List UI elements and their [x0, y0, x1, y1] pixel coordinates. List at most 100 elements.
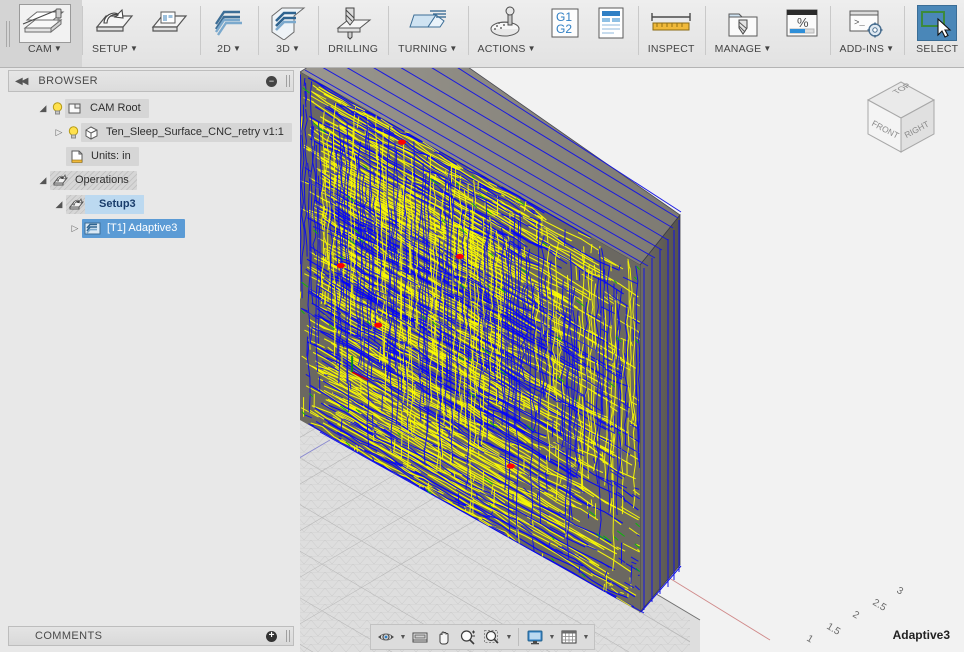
g-code-icon: G1 G2	[548, 4, 582, 42]
tree-item-body[interactable]: Operations	[50, 171, 137, 190]
browser-panel: ◀◀ BROWSER − ◢ CAM Root ▷	[0, 68, 300, 622]
tree-label: Units: in	[91, 150, 131, 162]
tree-item-body[interactable]: Units: in	[66, 147, 139, 166]
expander-closed-icon[interactable]: ▷	[52, 127, 66, 138]
units-document-icon	[68, 149, 85, 164]
toolbar-group-manage: MANAGE▼ %	[705, 0, 830, 67]
tree-label: CAM Root	[90, 102, 141, 114]
tree-item-body[interactable]: CAM Root	[65, 99, 149, 118]
simulate-button[interactable]: ACTIONS▼	[472, 0, 542, 67]
toolpath-2d-label: 2D▼	[217, 43, 241, 55]
comments-panel[interactable]: COMMENTS +	[8, 626, 294, 646]
toolpath-2d-button[interactable]: 2D▼	[204, 0, 254, 67]
setup-folder-button[interactable]	[144, 0, 196, 67]
drilling-label: DRILLING	[328, 43, 378, 55]
tree-node-cam-root[interactable]: ◢ CAM Root	[0, 96, 300, 120]
main-toolbar: CAM▼ SETUP▼	[0, 0, 964, 68]
cam-root-icon	[67, 101, 84, 116]
grid-dropdown-caret[interactable]: ▼	[581, 634, 591, 641]
display-settings-icon[interactable]	[523, 626, 547, 648]
drilling-button[interactable]: DRILLING	[322, 0, 384, 67]
tree-node-operations[interactable]: ◢ Operations	[0, 168, 300, 192]
cam-workspace-label: CAM▼	[28, 43, 62, 55]
g-code-button[interactable]: G1 G2	[542, 0, 588, 67]
tool-library-icon	[725, 4, 761, 42]
grid-snaps-icon[interactable]	[557, 626, 581, 648]
tree-node-adaptive3[interactable]: ▷ [T1] Adaptive3	[0, 216, 300, 240]
toolbar-group-cam: CAM▼	[0, 0, 82, 67]
tree-label: Setup3	[99, 198, 136, 210]
orbit-dropdown-caret[interactable]: ▼	[398, 634, 408, 641]
tree-item-body[interactable]: Setup3	[66, 195, 144, 214]
toolbar-group-addins: >_ ADD-INS▼	[830, 0, 905, 67]
toolbar-group-2d: 2D▼	[200, 0, 258, 67]
tree-item-body[interactable]: [T1] Adaptive3	[82, 219, 185, 238]
turning-button[interactable]: TURNING▼	[392, 0, 463, 67]
fit-window-icon[interactable]	[480, 626, 504, 648]
double-left-arrow-icon[interactable]: ◀◀	[15, 76, 26, 87]
pan-hand-icon[interactable]	[432, 626, 456, 648]
operations-folder-icon	[52, 173, 69, 188]
toolbar-group-drilling: DRILLING	[318, 0, 388, 67]
light-bulb-icon[interactable]	[50, 101, 65, 116]
turning-icon	[406, 4, 450, 42]
measure-ruler-icon	[648, 4, 694, 42]
setup-sheet-button[interactable]	[588, 0, 634, 67]
tree-node-component[interactable]: ▷ Ten_Sleep_Surface_CNC_retry v1:1	[0, 120, 300, 144]
tree-item-body[interactable]: Ten_Sleep_Surface_CNC_retry v1:1	[81, 123, 292, 142]
tool-library-button[interactable]: MANAGE▼	[709, 0, 778, 67]
toolbar-group-setup: SETUP▼	[82, 0, 200, 67]
machining-time-button[interactable]: %	[778, 0, 826, 67]
inspect-button[interactable]: INSPECT	[642, 0, 701, 67]
look-at-icon[interactable]	[408, 626, 432, 648]
tree-node-setup3[interactable]: ◢ Setup3	[0, 192, 300, 216]
adaptive-clearing-icon	[84, 221, 101, 236]
select-label: SELECT	[916, 43, 958, 55]
manage-label: MANAGE▼	[715, 43, 772, 55]
comments-title: COMMENTS	[35, 630, 102, 642]
plus-circle-icon[interactable]: +	[266, 631, 277, 642]
svg-text:G2: G2	[556, 22, 572, 36]
nav-separator	[518, 628, 519, 646]
minus-circle-icon[interactable]: −	[266, 76, 277, 87]
orbit-icon[interactable]	[374, 626, 398, 648]
tree-label: [T1] Adaptive3	[107, 222, 177, 234]
expander-open-icon[interactable]: ◢	[52, 199, 66, 210]
select-button[interactable]: SELECT	[908, 0, 964, 67]
cam-workspace-icon	[19, 4, 71, 42]
addins-button[interactable]: >_ ADD-INS▼	[834, 0, 901, 67]
select-cursor-icon	[917, 4, 957, 42]
toolpath-3d-button[interactable]: 3D▼	[262, 0, 314, 67]
active-operation-label: Adaptive3	[893, 628, 950, 642]
expander-open-icon[interactable]: ◢	[36, 103, 50, 114]
tree-item-selected-highlight[interactable]: Setup3	[85, 195, 144, 214]
svg-text:>_: >_	[854, 18, 865, 28]
toolbar-group-turning: TURNING▼	[388, 0, 467, 67]
machining-time-icon: %	[784, 4, 820, 42]
toolbar-group-3d: 3D▼	[258, 0, 318, 67]
expander-closed-icon[interactable]: ▷	[68, 223, 82, 234]
3d-viewport[interactable]: 0.5 0 0.5 1 1.5 2 1 1.5 2 2.5 3	[300, 68, 964, 652]
toolpath-2d-icon	[210, 4, 248, 42]
browser-title: BROWSER	[38, 75, 98, 87]
scripts-addins-icon: >_	[846, 4, 888, 42]
cam-workspace-button[interactable]: CAM▼	[12, 0, 78, 67]
panel-resize-grip[interactable]	[285, 75, 291, 87]
expander-open-icon[interactable]: ◢	[36, 175, 50, 186]
toolbar-drag-grip[interactable]	[4, 0, 12, 67]
navigation-bar: ▼ ▼ ▼	[370, 624, 595, 650]
inspect-label: INSPECT	[648, 43, 695, 55]
view-cube[interactable]: TOP FRONT RIGHT	[854, 76, 948, 160]
setup-label: SETUP▼	[92, 43, 138, 55]
comments-resize-grip[interactable]	[285, 630, 291, 642]
component-cube-icon	[83, 125, 100, 140]
setup-folder-icon	[68, 197, 85, 212]
toolbar-group-inspect: INSPECT	[638, 0, 705, 67]
zoom-magnifier-icon[interactable]	[456, 626, 480, 648]
setup-button[interactable]: SETUP▼	[86, 0, 144, 67]
tree-node-units[interactable]: Units: in	[0, 144, 300, 168]
display-dropdown-caret[interactable]: ▼	[547, 634, 557, 641]
fit-dropdown-caret[interactable]: ▼	[504, 634, 514, 641]
light-bulb-icon[interactable]	[66, 125, 81, 140]
toolpath-3d-icon	[268, 4, 308, 42]
